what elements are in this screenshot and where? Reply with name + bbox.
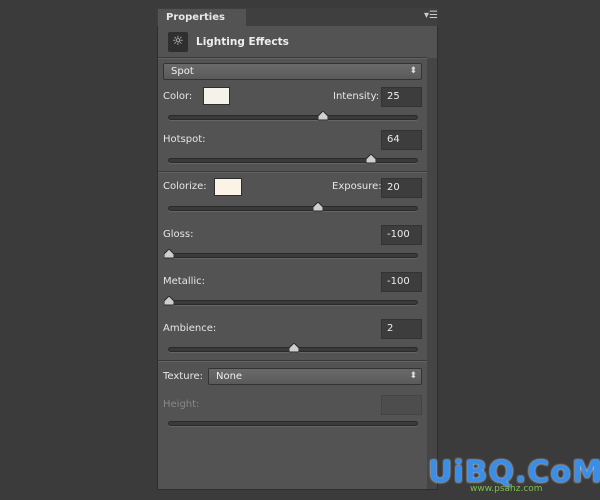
texture-label: Texture: [163,371,203,382]
light-sun-icon: ☼ [168,32,188,52]
slider-thumb[interactable] [317,111,328,121]
height-slider [168,421,418,426]
ambience-label: Ambience: [163,323,217,334]
gloss-input[interactable]: -100 [381,225,422,245]
gloss-slider[interactable] [164,249,418,259]
divider [158,171,427,173]
texture-value: None [216,371,243,382]
panel-title: Lighting Effects [196,36,289,48]
colorize-swatch[interactable] [214,178,242,196]
metallic-label: Metallic: [163,276,206,287]
slider-thumb[interactable] [164,296,174,306]
exposure-input[interactable]: 20 [381,178,422,198]
color-label: Color: [163,91,193,102]
slider-thumb[interactable] [312,202,323,212]
height-input [381,395,422,415]
light-type-select[interactable]: Spot ⬍ [163,63,422,80]
scrollbar[interactable] [427,58,437,489]
metallic-input[interactable]: -100 [381,272,422,292]
chevron-updown-icon: ⬍ [409,66,417,76]
properties-panel [157,8,438,490]
watermark-url: www.psahz.com [470,484,543,494]
panel-menu-icon[interactable]: ▾☰ [424,10,438,21]
exposure-slider[interactable] [168,202,418,212]
intensity-input[interactable]: 25 [381,87,422,107]
metallic-slider[interactable] [164,296,418,306]
chevron-updown-icon: ⬍ [409,371,417,381]
intensity-label: Intensity: [333,91,380,102]
hotspot-input[interactable]: 64 [381,130,422,150]
texture-select[interactable]: None ⬍ [208,368,422,385]
divider [158,360,427,362]
hotspot-label: Hotspot: [163,134,206,145]
light-type-value: Spot [171,66,194,77]
colorize-label: Colorize: [163,181,207,192]
color-swatch[interactable] [203,87,230,105]
slider-thumb[interactable] [164,249,174,259]
slider-thumb[interactable] [289,343,300,353]
hotspot-slider[interactable] [168,154,418,164]
ambience-slider[interactable] [168,343,418,353]
ambience-input[interactable]: 2 [381,319,422,339]
tab-properties[interactable]: Properties [158,9,246,27]
exposure-label: Exposure: [332,181,382,192]
height-label: Height: [163,399,200,410]
divider [158,57,427,59]
gloss-label: Gloss: [163,229,194,240]
slider-thumb[interactable] [366,154,377,164]
intensity-slider[interactable] [168,111,418,121]
